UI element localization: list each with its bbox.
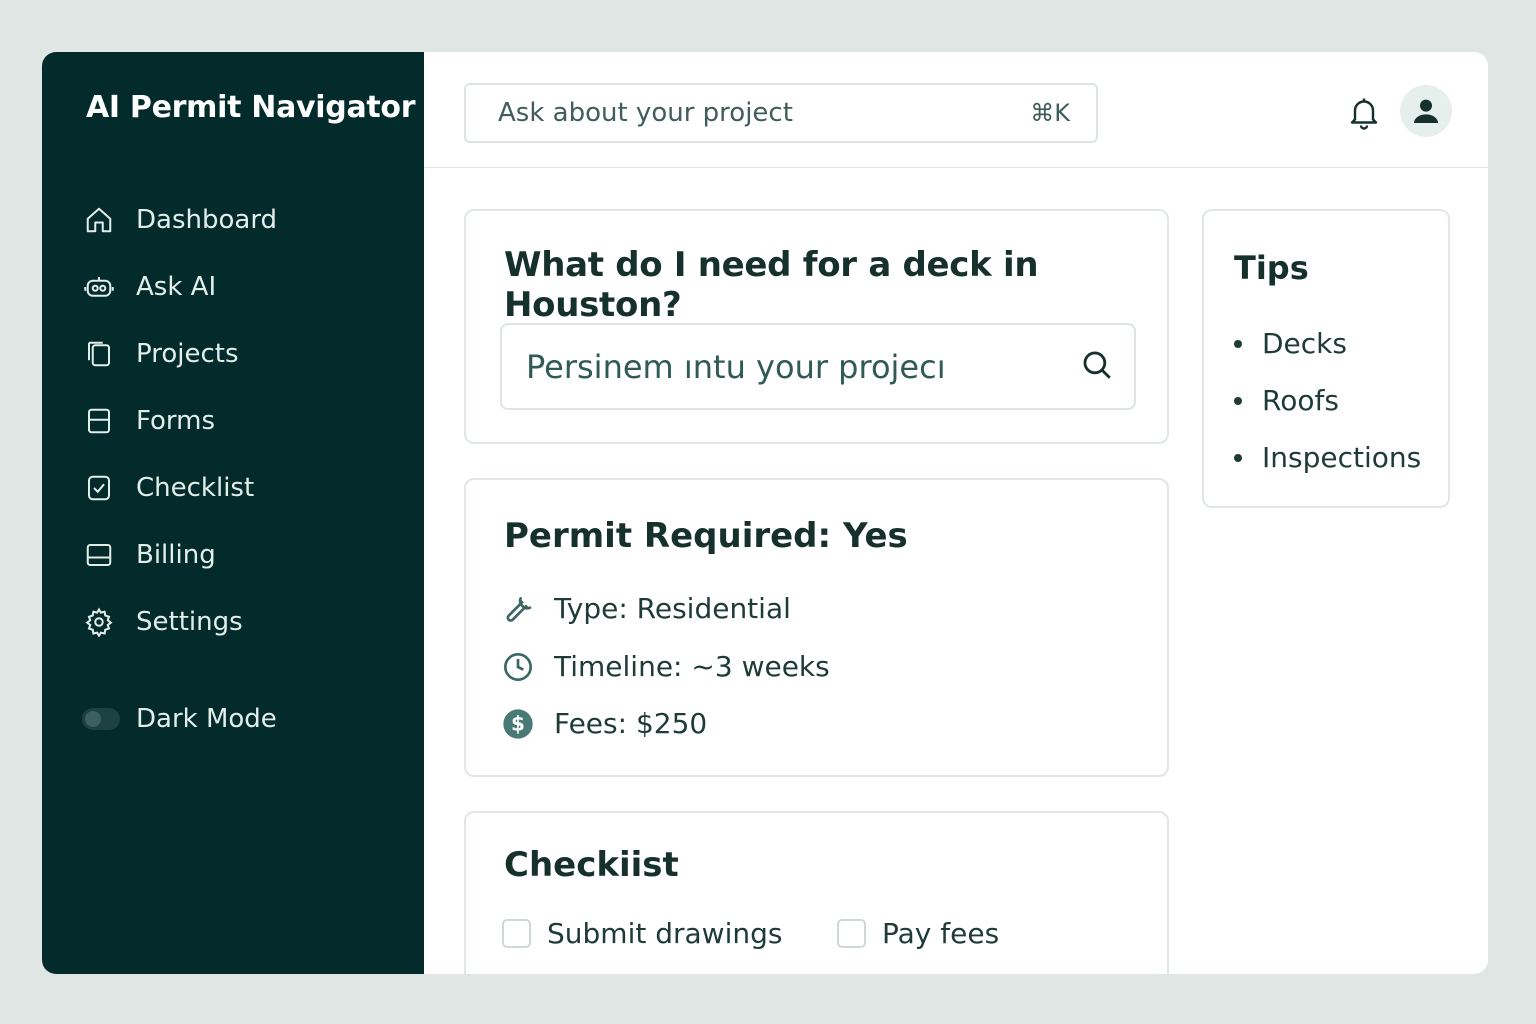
checklist-title: Checkiist [504, 845, 679, 885]
question-input[interactable]: Persinem ıntu your projecı [500, 323, 1136, 410]
wrench-icon [502, 593, 534, 625]
permit-timeline-row: Timeline: ~3 weeks [502, 650, 830, 683]
checklist-item: Pay fees [837, 917, 999, 950]
top-bar: Ask about your project ⌘K [424, 52, 1488, 168]
permit-fees-row: $ Fees: $250 [502, 707, 707, 740]
question-input-value: Persinem ıntu your projecı [526, 347, 946, 386]
gear-icon [84, 607, 114, 637]
sidebar-item-label: Ask AI [136, 271, 217, 302]
sidebar-item-label: Settings [136, 606, 243, 637]
tip-item-decks[interactable]: Decks [1234, 315, 1421, 372]
sidebar-nav: Dashboard Ask AI Projects Forms Checklis… [42, 186, 424, 655]
dark-mode-row: Dark Mode [82, 704, 277, 734]
home-icon [84, 205, 114, 235]
app-window: AI Permit Navigator Dashboard Ask AI Pro… [42, 52, 1488, 974]
bell-icon[interactable] [1346, 94, 1382, 130]
question-card: What do I need for a deck in Houston? Pe… [464, 209, 1169, 444]
checklist-item: Submit drawings [502, 917, 782, 950]
checkbox-submit-drawings[interactable] [502, 919, 531, 948]
search-input[interactable]: Ask about your project ⌘K [464, 83, 1098, 143]
sidebar-item-label: Billing [136, 539, 216, 570]
clock-icon [502, 651, 534, 683]
checkbox-pay-fees[interactable] [837, 919, 866, 948]
dark-mode-toggle[interactable] [82, 708, 120, 730]
sidebar-item-billing[interactable]: Billing [42, 521, 424, 588]
sidebar-item-dashboard[interactable]: Dashboard [42, 186, 424, 253]
sidebar-item-label: Checklist [136, 472, 255, 503]
tips-title: Tips [1234, 249, 1309, 287]
form-icon [84, 406, 114, 436]
tip-item-inspections[interactable]: Inspections [1234, 429, 1421, 486]
dark-mode-label: Dark Mode [136, 704, 277, 734]
sidebar-item-settings[interactable]: Settings [42, 588, 424, 655]
checklist-item-label: Pay fees [882, 917, 1000, 950]
toggle-knob [85, 711, 101, 727]
user-avatar-icon[interactable] [1400, 85, 1452, 137]
robot-icon [84, 272, 114, 302]
sidebar-item-projects[interactable]: Projects [42, 320, 424, 387]
permit-card: Permit Required: Yes Type: Residential T… [464, 478, 1169, 777]
permit-type-text: Type: Residential [554, 592, 791, 625]
permit-fees-text: Fees: $250 [554, 707, 708, 740]
app-title: AI Permit Navigator [86, 90, 416, 125]
tip-item-roofs[interactable]: Roofs [1234, 372, 1421, 429]
copy-icon [84, 339, 114, 369]
main-content: Ask about your project ⌘K What do I need… [424, 52, 1488, 974]
sidebar-item-label: Projects [136, 338, 239, 369]
question-title: What do I need for a deck in Houston? [504, 245, 1039, 325]
dollar-icon: $ [502, 708, 534, 740]
sidebar-item-ask-ai[interactable]: Ask AI [42, 253, 424, 320]
permit-timeline-text: Timeline: ~3 weeks [554, 650, 830, 683]
permit-title: Permit Required: Yes [504, 516, 908, 556]
tips-list: Decks Roofs Inspections [1234, 315, 1421, 486]
search-icon[interactable] [1080, 348, 1114, 386]
checklist-card: Checkiist Submit drawings Pay fees [464, 811, 1169, 974]
sidebar-item-label: Dashboard [136, 204, 278, 235]
sidebar-item-forms[interactable]: Forms [42, 387, 424, 454]
permit-type-row: Type: Residential [502, 592, 791, 625]
search-placeholder: Ask about your project [498, 98, 793, 128]
sidebar-item-checklist[interactable]: Checklist [42, 454, 424, 521]
svg-text:$: $ [511, 711, 525, 735]
checklist-item-label: Submit drawings [547, 917, 783, 950]
tips-card: Tips Decks Roofs Inspections [1202, 209, 1450, 508]
card-icon [84, 540, 114, 570]
keyboard-shortcut-hint: ⌘K [1030, 99, 1070, 127]
check-square-icon [84, 473, 114, 503]
sidebar: AI Permit Navigator Dashboard Ask AI Pro… [42, 52, 424, 974]
sidebar-item-label: Forms [136, 405, 216, 436]
